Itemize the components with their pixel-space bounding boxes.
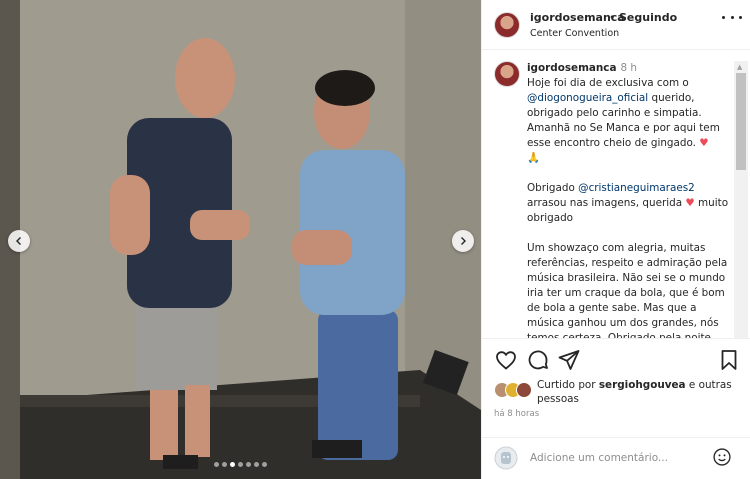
caption-line: Obrigado <box>527 182 575 194</box>
liked-by-prefix: Curtido por <box>537 379 596 391</box>
liked-by-text[interactable]: Curtido por sergiohgouvea e outras pesso… <box>537 378 737 406</box>
carousel-dot <box>246 462 251 467</box>
post-location[interactable]: Center Convention <box>530 28 619 39</box>
post-media[interactable] <box>0 0 481 479</box>
caption-scrollbar[interactable]: ▲ <box>734 61 748 338</box>
likes-summary: Curtido por sergiohgouvea e outras pesso… <box>494 378 744 406</box>
heart-outline-icon[interactable] <box>494 348 518 372</box>
scrollbar-thumb[interactable] <box>736 73 746 170</box>
caption-username[interactable]: igordosemanca <box>527 62 616 74</box>
emoji-avatar-icon[interactable] <box>494 446 518 470</box>
carousel-dot <box>214 462 219 467</box>
scroll-up-arrow-icon[interactable]: ▲ <box>737 63 742 71</box>
more-dot <box>730 15 734 19</box>
post-side-panel: igordosemanca • Seguindo Center Conventi… <box>481 0 750 479</box>
comment-input[interactable] <box>530 448 702 468</box>
more-dot <box>739 15 742 19</box>
caption-area: igordosemanca 8 h Hoje foi dia de exclusi… <box>482 51 750 339</box>
carousel-dot <box>230 462 235 467</box>
caption-text: igordosemanca 8 h Hoje foi dia de exclusi… <box>527 61 730 339</box>
bookmark-icon[interactable] <box>717 348 741 372</box>
heart-emoji: ♥ <box>685 197 695 209</box>
post-actions <box>482 348 750 374</box>
caption-author-avatar[interactable] <box>494 61 520 87</box>
caption-line: Um showzaço com alegria, muitas referênc… <box>527 242 728 339</box>
mention-link[interactable]: @cristianeguimaraes2 <box>578 182 695 194</box>
header-separator: • <box>609 11 616 24</box>
post-timestamp[interactable]: há 8 horas <box>494 409 539 419</box>
smile-icon[interactable] <box>712 447 732 467</box>
post-photo <box>0 0 481 479</box>
author-avatar[interactable] <box>494 12 520 38</box>
carousel-dot <box>222 462 227 467</box>
carousel-dot <box>238 462 243 467</box>
carousel-indicator <box>214 462 267 467</box>
liked-by-user[interactable]: sergiohgouvea <box>599 379 686 391</box>
caption-line: Hoje foi dia de exclusiva com o <box>527 77 689 89</box>
chevron-left-icon <box>16 237 21 245</box>
following-button[interactable]: Seguindo <box>619 11 677 24</box>
caption-line: arrasou nas imagens, querida <box>527 197 683 209</box>
liker-avatar[interactable] <box>516 382 532 398</box>
caption-time: 8 h <box>620 62 637 74</box>
chevron-right-icon <box>461 237 466 245</box>
comment-bar <box>482 437 750 479</box>
more-options-button[interactable] <box>722 10 742 24</box>
comment-bubble-icon[interactable] <box>526 348 550 372</box>
post-header: igordosemanca • Seguindo Center Conventi… <box>482 0 750 50</box>
more-dots-icon <box>722 15 725 19</box>
heart-emoji: ♥ <box>699 137 709 149</box>
carousel-dot <box>262 462 267 467</box>
previous-slide-button[interactable] <box>8 230 30 252</box>
carousel-dot <box>254 462 259 467</box>
pray-emoji: 🙏 <box>527 152 540 164</box>
paper-plane-icon[interactable] <box>557 348 581 372</box>
next-slide-button[interactable] <box>452 230 474 252</box>
mention-link[interactable]: @diogonogueira_oficial <box>527 92 648 104</box>
